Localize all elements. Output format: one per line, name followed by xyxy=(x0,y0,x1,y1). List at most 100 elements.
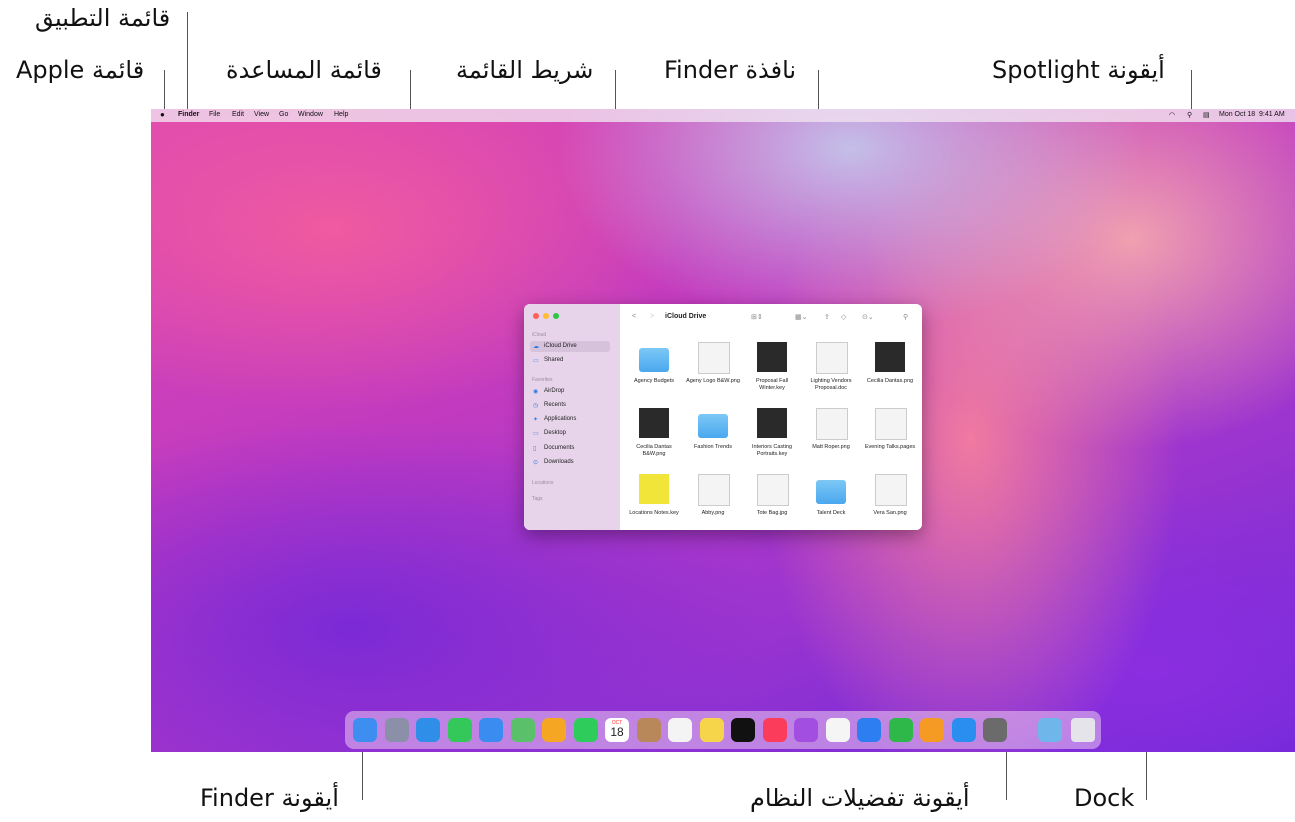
calendar-icon[interactable]: OCT 18 xyxy=(605,718,629,742)
file-item[interactable]: Fashion Trends xyxy=(685,408,741,470)
mail-icon[interactable] xyxy=(479,718,503,742)
facetime-icon[interactable] xyxy=(573,718,598,742)
tv-icon[interactable] xyxy=(731,718,755,742)
finder-icon[interactable] xyxy=(353,718,377,742)
forward-icon[interactable]: > xyxy=(650,313,654,320)
file-name: Ageny Logo B&W.png xyxy=(686,378,740,384)
callout-line-finder-icon xyxy=(362,746,363,800)
sidebar-item-recents[interactable]: ◷ Recents xyxy=(530,400,610,411)
downloads-stack-icon[interactable] xyxy=(1038,718,1062,742)
sidebar-item-downloads[interactable]: ⊙ Downloads xyxy=(530,457,610,468)
document-icon: ▯ xyxy=(533,446,537,452)
callout-line-spotlight xyxy=(1191,70,1192,114)
news-icon[interactable] xyxy=(825,718,850,742)
keynote-icon[interactable] xyxy=(857,718,881,742)
safari-icon[interactable] xyxy=(416,718,440,742)
trash-icon[interactable] xyxy=(1071,718,1095,742)
photos-icon[interactable] xyxy=(542,718,566,742)
file-item[interactable]: Ageny Logo B&W.png xyxy=(685,342,741,404)
menu-window[interactable]: Window xyxy=(298,111,323,118)
group-icon[interactable]: ▦⌄ xyxy=(795,313,807,321)
desktop[interactable]: ● Finder File Edit View Go Window Help ◠… xyxy=(151,109,1295,752)
file-name: Matt Roper.png xyxy=(812,444,850,450)
menubar-time[interactable]: 9:41 AM xyxy=(1259,111,1285,118)
maps-icon[interactable] xyxy=(510,718,535,742)
file-thumbnail xyxy=(816,408,848,440)
spotlight-icon[interactable]: ⚲ xyxy=(1187,111,1192,119)
file-name: Talent Deck xyxy=(816,510,846,516)
file-item[interactable]: Talent Deck xyxy=(803,474,859,530)
cloud-icon: ☁ xyxy=(533,344,539,350)
messages-icon[interactable] xyxy=(447,718,472,742)
file-item[interactable]: Vera San.png xyxy=(862,474,918,530)
music-icon[interactable] xyxy=(762,718,787,742)
shared-folder-icon: ▭ xyxy=(533,358,539,364)
file-thumbnail xyxy=(639,408,669,438)
sidebar-item-airdrop[interactable]: ◉ AirDrop xyxy=(530,386,610,397)
menu-edit[interactable]: Edit xyxy=(232,111,244,118)
callout-help-menu: قائمة المساعدة xyxy=(226,56,382,84)
airdrop-icon: ◉ xyxy=(533,389,539,395)
menu-bar: ● Finder File Edit View Go Window Help ◠… xyxy=(151,109,1295,122)
menu-view[interactable]: View xyxy=(254,111,269,118)
callout-spotlight-icon: أيقونة Spotlight xyxy=(992,56,1165,84)
minimize-button[interactable] xyxy=(543,313,549,319)
app-store-icon[interactable] xyxy=(951,718,976,742)
podcasts-icon[interactable] xyxy=(794,718,818,742)
file-name: Cecilia Dantas.png xyxy=(866,378,914,384)
system-preferences-icon[interactable] xyxy=(983,718,1007,742)
view-grid-icon[interactable]: ⊞⇕ xyxy=(751,313,763,321)
file-item[interactable]: Evening Talks.pages xyxy=(862,408,918,470)
control-center-icon[interactable]: ▤ xyxy=(1203,111,1210,119)
file-thumbnail xyxy=(875,342,905,372)
sidebar-item-icloud-drive[interactable]: ☁ iCloud Drive xyxy=(530,341,610,352)
notes-icon[interactable] xyxy=(699,718,724,742)
file-name: Locations Notes.key xyxy=(629,510,679,516)
close-button[interactable] xyxy=(533,313,539,319)
pages-icon[interactable] xyxy=(920,718,944,742)
menu-file[interactable]: File xyxy=(209,111,220,118)
launchpad-icon[interactable] xyxy=(384,718,409,742)
share-icon[interactable]: ⇪ xyxy=(824,313,830,321)
file-item[interactable]: Cecilia Dantas B&W.png xyxy=(626,408,682,470)
file-item[interactable]: Matt Roper.png xyxy=(803,408,859,470)
file-name: Proposal Fall Winter.key xyxy=(755,378,789,391)
callout-line-apple-menu xyxy=(164,70,165,114)
zoom-button[interactable] xyxy=(553,313,559,319)
file-item[interactable]: Locations Notes.key xyxy=(626,474,682,530)
callout-line-app-menu xyxy=(187,12,188,114)
numbers-icon[interactable] xyxy=(888,718,913,742)
apple-menu-icon[interactable]: ● xyxy=(160,110,165,119)
callout-dock: Dock xyxy=(1074,784,1135,812)
sidebar-item-documents[interactable]: ▯ Documents xyxy=(530,443,610,454)
menu-go[interactable]: Go xyxy=(279,111,288,118)
file-item[interactable]: Lighting Vendors Proposal.doc xyxy=(803,342,859,404)
file-thumbnail xyxy=(639,474,669,504)
sidebar-header-icloud: iCloud xyxy=(532,332,547,338)
sidebar-item-applications[interactable]: ✦ Applications xyxy=(530,414,610,425)
more-icon[interactable]: ⊙⌄ xyxy=(862,313,874,321)
file-item[interactable]: Cecilia Dantas.png xyxy=(862,342,918,404)
file-name: Interiors Casting Portraits.key xyxy=(751,444,793,457)
sidebar-item-shared[interactable]: ▭ Shared xyxy=(530,355,610,366)
contacts-icon[interactable] xyxy=(636,718,661,742)
file-item[interactable]: Abby.png xyxy=(685,474,741,530)
callout-finder-icon: أيقونة Finder xyxy=(200,784,339,812)
finder-window[interactable]: iCloud ☁ iCloud Drive ▭ Shared Favorites… xyxy=(524,304,922,530)
file-item[interactable]: Agency Budgets xyxy=(626,342,682,404)
file-item[interactable]: Proposal Fall Winter.key xyxy=(744,342,800,404)
file-name: Abby.png xyxy=(701,510,725,516)
sidebar-item-desktop[interactable]: ▭ Desktop xyxy=(530,428,610,439)
wifi-icon[interactable]: ◠ xyxy=(1169,111,1175,119)
menu-help[interactable]: Help xyxy=(334,111,348,118)
tag-icon[interactable]: ◇ xyxy=(841,313,846,321)
menubar-date[interactable]: Mon Oct 18 xyxy=(1219,111,1255,118)
file-item[interactable]: Interiors Casting Portraits.key xyxy=(744,408,800,470)
app-menu[interactable]: Finder xyxy=(178,111,199,118)
file-item[interactable]: Tote Bag.jpg xyxy=(744,474,800,530)
file-thumbnail xyxy=(698,342,730,374)
dock: OCT 18 xyxy=(345,711,1101,749)
search-icon[interactable]: ⚲ xyxy=(903,313,908,321)
reminders-icon[interactable] xyxy=(668,718,692,742)
back-icon[interactable]: < xyxy=(632,313,636,320)
